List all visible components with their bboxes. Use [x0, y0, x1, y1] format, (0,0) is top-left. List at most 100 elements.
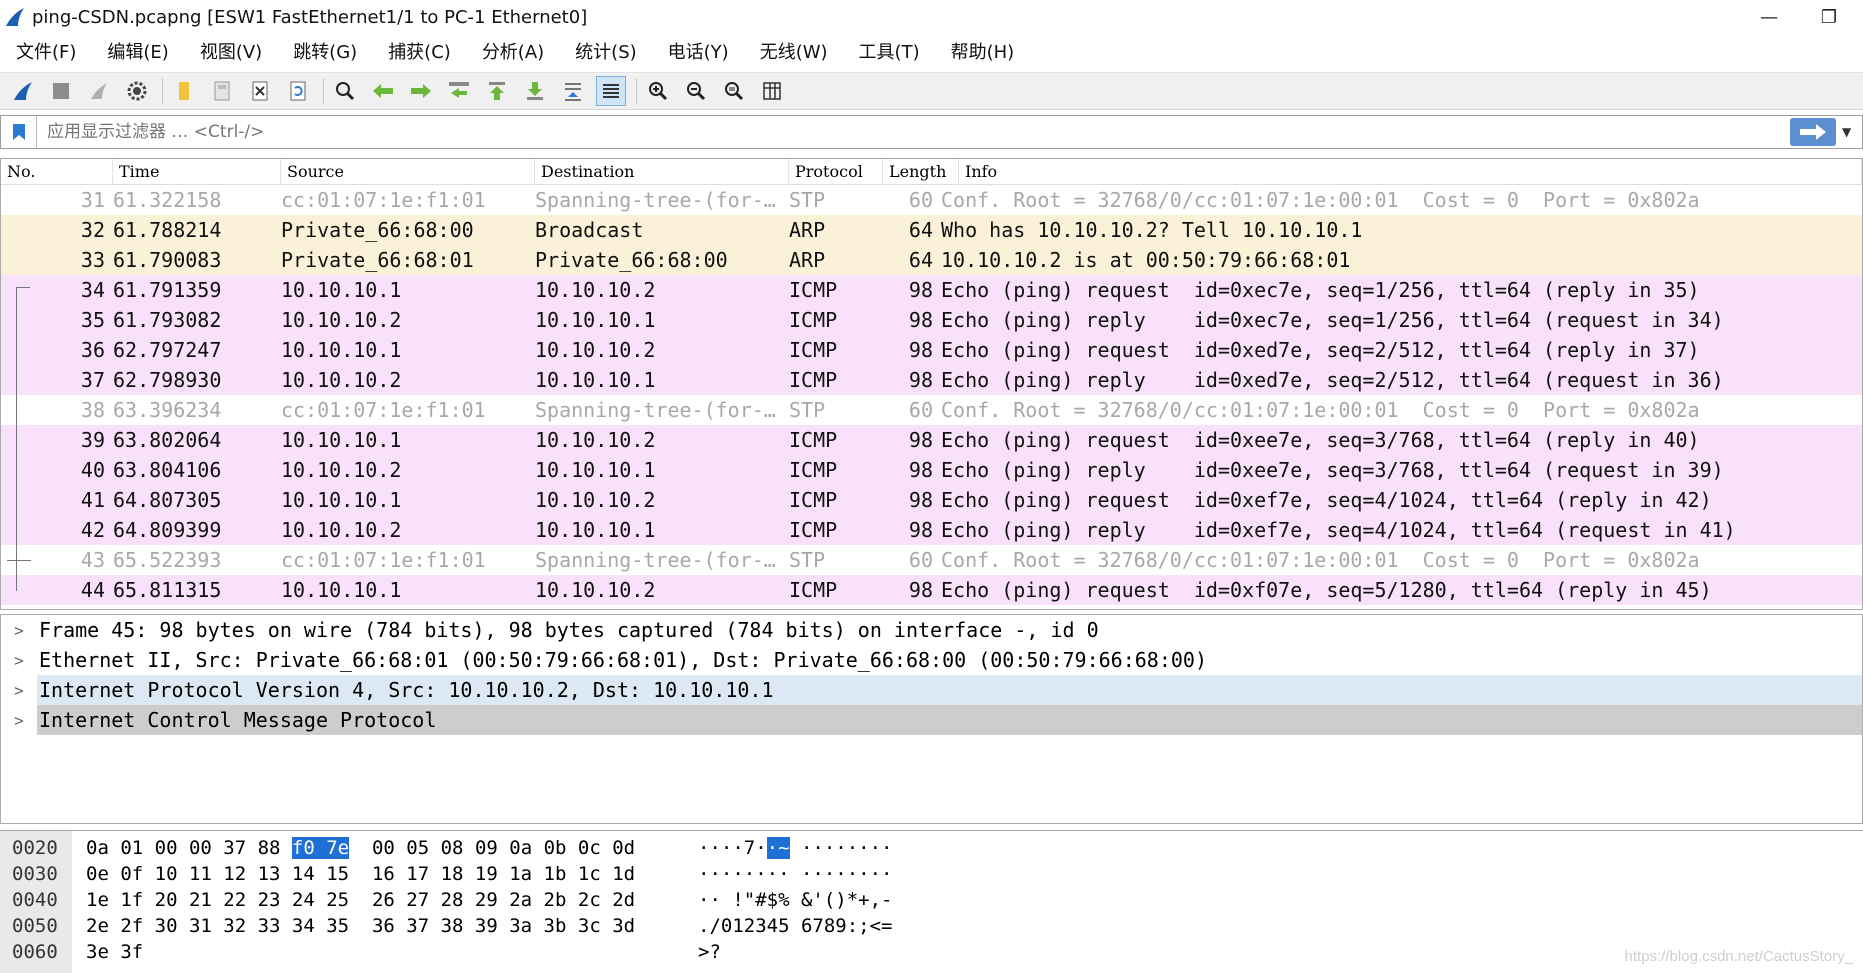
column-header-protocol[interactable]: Protocol [789, 159, 883, 185]
main-toolbar [0, 72, 1863, 110]
bytes-ascii[interactable]: ·· !"#$% &'()*+,- [698, 887, 892, 913]
detail-text: Frame 45: 98 bytes on wire (784 bits), 9… [39, 618, 1099, 642]
display-filter-input[interactable] [37, 117, 1790, 147]
menu-edit[interactable]: 编辑(E) [107, 38, 168, 64]
packet-length: 60 [908, 188, 933, 212]
packet-length: 98 [908, 518, 933, 542]
expand-chevron-icon[interactable]: > [1, 651, 37, 670]
packet-protocol: ICMP [789, 428, 838, 452]
expand-chevron-icon[interactable]: > [1, 621, 37, 640]
bytes-offset: 0050 [12, 915, 58, 937]
expand-chevron-icon[interactable]: > [1, 711, 37, 730]
bytes-hex-segment: 00 05 08 09 0a 0b 0c 0d [349, 837, 636, 859]
packet-row[interactable]: 43 65.522393 cc:01:07:1e:f1:01 Spanning-tre… [1, 545, 1862, 575]
menu-tools[interactable]: 工具(T) [859, 38, 920, 64]
packet-info: Echo (ping) request id=0xee7e, seq=3/768… [941, 428, 1700, 452]
packet-row[interactable]: 37 62.798930 10.10.10.2 10.10.10.1 ICMP 98 Ech… [1, 365, 1862, 395]
apply-filter-button[interactable] [1790, 118, 1836, 146]
column-header-time[interactable]: Time [113, 159, 281, 185]
menu-view[interactable]: 视图(V) [200, 38, 262, 64]
menu-analyze[interactable]: 分析(A) [482, 38, 544, 64]
menu-telephony[interactable]: 电话(Y) [668, 38, 729, 64]
bytes-ascii[interactable]: ········ ········ [698, 861, 892, 887]
autoscroll-icon[interactable] [558, 76, 588, 106]
menu-help[interactable]: 帮助(H) [951, 38, 1015, 64]
go-forward-icon[interactable] [406, 76, 436, 106]
filter-dropdown-arrow-icon[interactable]: ▼ [1842, 125, 1862, 139]
restore-button[interactable]: ❐ [1799, 0, 1859, 34]
packet-time: 63.804106 [113, 458, 222, 482]
related-packet-bracket-top [16, 287, 30, 288]
packet-time: 65.811315 [113, 578, 222, 602]
capture-options-gear-icon[interactable] [122, 76, 152, 106]
detail-row-frame[interactable]: > Frame 45: 98 bytes on wire (784 bits),… [1, 615, 1862, 645]
normal-size-icon[interactable] [719, 76, 749, 106]
packet-source: Private_66:68:01 [281, 248, 474, 272]
packet-info: Echo (ping) reply id=0xef7e, seq=4/1024,… [941, 518, 1736, 542]
menu-capture[interactable]: 捕获(C) [388, 38, 451, 64]
open-file-icon[interactable] [169, 76, 199, 106]
packet-protocol: ICMP [789, 338, 838, 362]
column-header-length[interactable]: Length [883, 159, 959, 185]
column-header-destination[interactable]: Destination [535, 159, 789, 185]
resize-columns-icon[interactable] [757, 76, 787, 106]
find-packet-icon[interactable] [330, 76, 360, 106]
bytes-hex[interactable]: 0e 0f 10 11 12 13 14 15 16 17 18 19 1a 1… [86, 861, 635, 887]
packet-row[interactable]: 32 61.788214 Private_66:68:00 Broadcast ARP 6… [1, 215, 1862, 245]
stop-capture-icon[interactable] [46, 76, 76, 106]
packet-time: 62.798930 [113, 368, 222, 392]
packet-destination: 10.10.10.1 [535, 368, 656, 392]
zoom-out-icon[interactable] [681, 76, 711, 106]
packet-time: 64.807305 [113, 488, 222, 512]
packet-time: 61.790083 [113, 248, 222, 272]
packet-row[interactable]: 38 63.396234 cc:01:07:1e:f1:01 Spanning-tre… [1, 395, 1862, 425]
packet-row[interactable]: 35 61.793082 10.10.10.2 10.10.10.1 ICMP 98 Ech… [1, 305, 1862, 335]
column-header-info[interactable]: Info [959, 159, 1862, 185]
bytes-hex[interactable]: 2e 2f 30 31 32 33 34 35 36 37 38 39 3a 3… [86, 913, 635, 939]
zoom-in-icon[interactable] [643, 76, 673, 106]
close-file-icon[interactable] [245, 76, 275, 106]
detail-row-icmp[interactable]: > Internet Control Message Protocol [1, 705, 1862, 735]
start-capture-icon[interactable] [8, 76, 38, 106]
column-header-source[interactable]: Source [281, 159, 535, 185]
filter-bookmark-icon[interactable] [1, 116, 37, 148]
packet-row[interactable]: 36 62.797247 10.10.10.1 10.10.10.2 ICMP 98 Ech… [1, 335, 1862, 365]
packet-protocol: ICMP [789, 368, 838, 392]
packet-row[interactable]: 41 64.807305 10.10.10.1 10.10.10.2 ICMP 98 Ech… [1, 485, 1862, 515]
bytes-ascii[interactable]: >? [698, 939, 721, 965]
go-back-icon[interactable] [368, 76, 398, 106]
packet-protocol: ICMP [789, 308, 838, 332]
detail-row-ipv4[interactable]: > Internet Protocol Version 4, Src: 10.1… [1, 675, 1862, 705]
restart-capture-icon[interactable] [84, 76, 114, 106]
packet-row[interactable]: 39 63.802064 10.10.10.1 10.10.10.2 ICMP 98 Ech… [1, 425, 1862, 455]
expand-chevron-icon[interactable]: > [1, 681, 37, 700]
colorize-list-icon[interactable] [596, 76, 626, 106]
reload-file-icon[interactable] [283, 76, 313, 106]
minimize-button[interactable]: — [1739, 0, 1799, 34]
bytes-hex[interactable]: 1e 1f 20 21 22 23 24 25 26 27 28 29 2a 2… [86, 887, 635, 913]
packet-no: 38 [80, 398, 105, 422]
packet-destination: Spanning-tree-(for-… [535, 188, 776, 212]
packet-row[interactable]: 33 61.790083 Private_66:68:01 Private_66:68… [1, 245, 1862, 275]
bytes-hex[interactable]: 3e 3f [86, 939, 143, 965]
menu-wireless[interactable]: 无线(W) [760, 38, 828, 64]
menu-statistics[interactable]: 统计(S) [575, 38, 636, 64]
column-header-no[interactable]: No. [1, 159, 113, 185]
packet-row[interactable]: 34 61.791359 10.10.10.1 10.10.10.2 ICMP 98 Ech… [1, 275, 1862, 305]
go-to-packet-icon[interactable] [444, 76, 474, 106]
packet-row[interactable]: 31 61.322158 cc:01:07:1e:f1:01 Spanning-tre… [1, 185, 1862, 215]
save-file-icon[interactable] [207, 76, 237, 106]
packet-row[interactable]: 40 63.804106 10.10.10.2 10.10.10.1 ICMP 98 Ech… [1, 455, 1862, 485]
packet-row[interactable]: 42 64.809399 10.10.10.2 10.10.10.1 ICMP 98 Ech… [1, 515, 1862, 545]
menu-go[interactable]: 跳转(G) [293, 38, 357, 64]
toolbar-separator [162, 78, 163, 104]
menu-file[interactable]: 文件(F) [16, 38, 76, 64]
bytes-ascii[interactable]: ./012345 6789:;<= [698, 913, 892, 939]
go-last-packet-icon[interactable] [520, 76, 550, 106]
bytes-ascii[interactable]: ····7··~ ········ [698, 835, 892, 861]
packet-row[interactable]: 44 65.811315 10.10.10.1 10.10.10.2 ICMP 98 Ech… [1, 575, 1862, 605]
go-first-packet-icon[interactable] [482, 76, 512, 106]
detail-row-ethernet[interactable]: > Ethernet II, Src: Private_66:68:01 (00… [1, 645, 1862, 675]
packet-length: 98 [908, 278, 933, 302]
bytes-hex[interactable]: 0a 01 00 00 37 88 f0 7e 00 05 08 09 0a 0… [86, 835, 635, 861]
